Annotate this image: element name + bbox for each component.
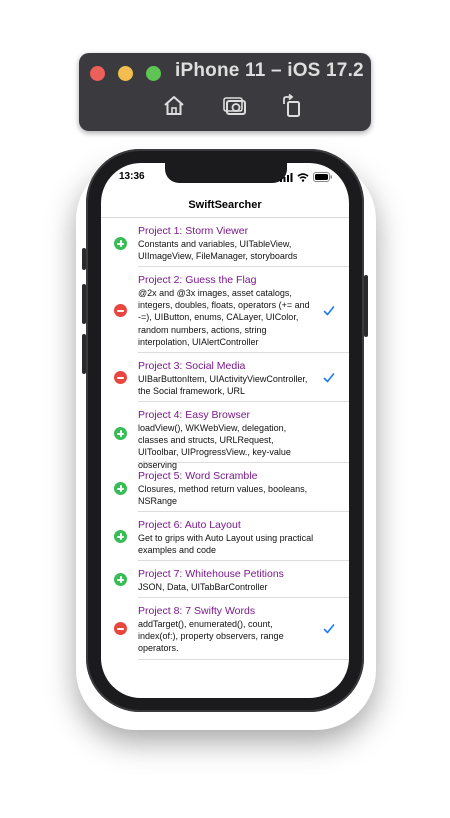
app-screen: 13:36 SwiftSearcher Project 1: Storm Vie… — [101, 163, 349, 698]
status-time: 13:36 — [119, 171, 145, 182]
wifi-icon — [297, 172, 309, 182]
simulator-title: iPhone 11 – iOS 17.2 — [175, 60, 364, 81]
rotate-icon[interactable] — [279, 93, 305, 119]
table-row[interactable]: Project 4: Easy Browser loadView(), WKWe… — [101, 402, 349, 470]
checkmark-icon — [323, 622, 335, 634]
row-subtitle: Constants and variables, UITableView, UI… — [138, 239, 298, 262]
signal-icon — [280, 172, 293, 182]
insert-icon[interactable] — [114, 237, 127, 250]
simulator-toolbar: iPhone 11 – iOS 17.2 — [79, 53, 371, 131]
screenshot-icon[interactable] — [222, 93, 248, 119]
row-subtitle: addTarget(), enumerated(), count, index(… — [138, 619, 284, 654]
table-row[interactable]: Project 8: 7 Swifty Words addTarget(), e… — [101, 598, 349, 660]
delete-icon[interactable] — [114, 371, 127, 384]
close-window-button[interactable] — [90, 66, 105, 81]
table-row[interactable]: Project 3: Social Media UIBarButtonItem,… — [101, 353, 349, 402]
row-title: Project 7: Whitehouse Petitions — [138, 568, 284, 580]
row-subtitle: JSON, Data, UITabBarController — [138, 582, 268, 592]
row-title: Project 6: Auto Layout — [138, 519, 241, 531]
insert-icon[interactable] — [114, 530, 127, 543]
nav-title: SwiftSearcher — [188, 199, 262, 211]
delete-icon[interactable] — [114, 622, 127, 635]
delete-icon[interactable] — [114, 304, 127, 317]
side-button — [364, 275, 368, 337]
table-row[interactable]: Project 6: Auto Layout Get to grips with… — [101, 512, 349, 561]
volume-up-button — [82, 284, 86, 324]
status-icons — [280, 172, 333, 182]
home-icon[interactable] — [161, 93, 187, 119]
projects-table: Project 1: Storm Viewer Constants and va… — [101, 218, 349, 660]
volume-down-button — [82, 334, 86, 374]
insert-icon[interactable] — [114, 573, 127, 586]
checkmark-icon — [323, 304, 335, 316]
table-row[interactable]: Project 1: Storm Viewer Constants and va… — [101, 218, 349, 267]
minimize-window-button[interactable] — [118, 66, 133, 81]
row-title: Project 1: Storm Viewer — [138, 225, 249, 237]
row-title: Project 5: Word Scramble — [138, 470, 258, 482]
notch — [165, 163, 287, 183]
mute-switch — [82, 248, 86, 270]
table-row[interactable]: Project 7: Whitehouse Petitions JSON, Da… — [101, 561, 349, 598]
insert-icon[interactable] — [114, 482, 127, 495]
row-title: Project 3: Social Media — [138, 360, 246, 372]
row-subtitle: Get to grips with Auto Layout using prac… — [138, 533, 314, 556]
row-title: Project 2: Guess the Flag — [138, 274, 257, 286]
insert-icon[interactable] — [114, 427, 127, 440]
row-subtitle: Closures, method return values, booleans… — [138, 484, 308, 507]
row-subtitle: UIBarButtonItem, UIActivityViewControlle… — [138, 374, 308, 397]
row-title: Project 4: Easy Browser — [138, 409, 251, 421]
row-title: Project 8: 7 Swifty Words — [138, 605, 256, 617]
zoom-window-button[interactable] — [146, 66, 161, 81]
checkmark-icon — [323, 371, 335, 383]
table-row[interactable]: Project 5: Word Scramble Closures, metho… — [101, 463, 349, 512]
row-subtitle: @2x and @3x images, asset catalogs, inte… — [138, 288, 310, 347]
battery-icon — [313, 172, 332, 182]
table-row[interactable]: Project 2: Guess the Flag @2x and @3x im… — [101, 267, 349, 353]
